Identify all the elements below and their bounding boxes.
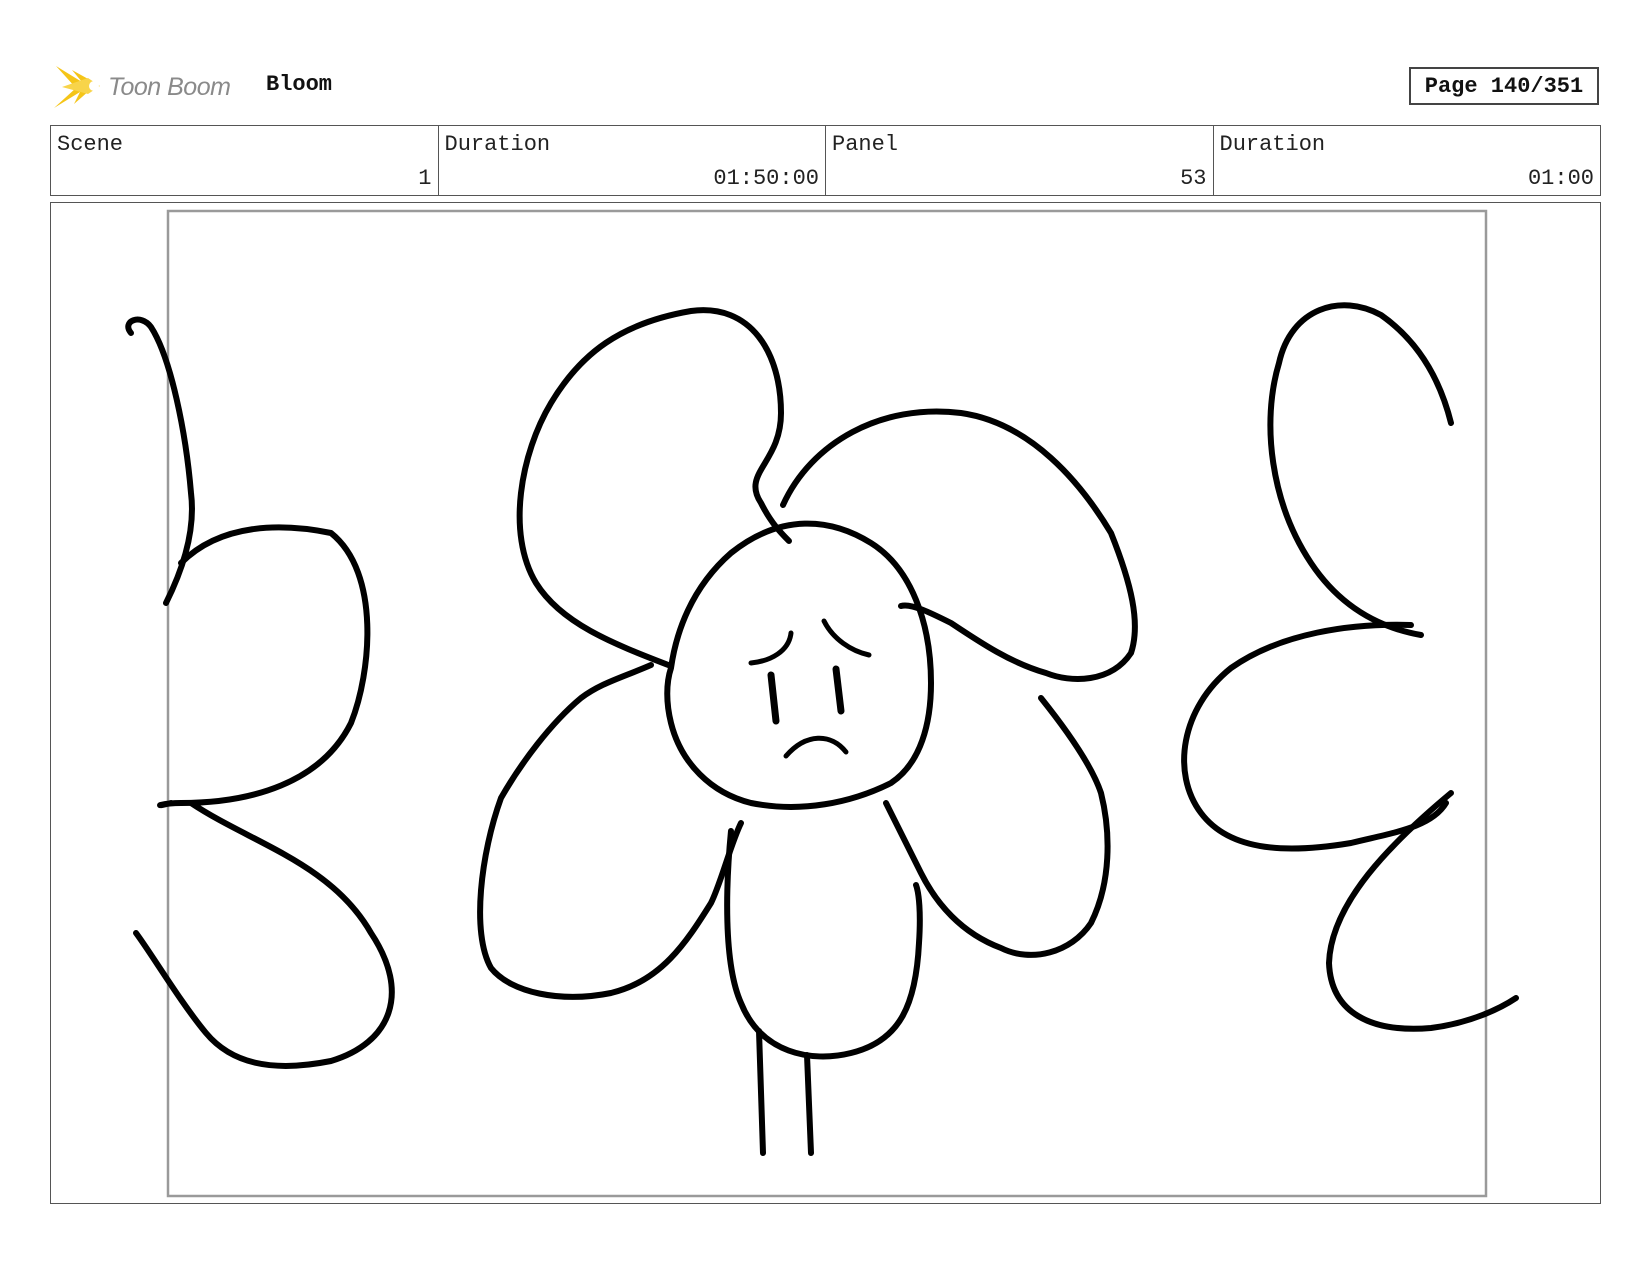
storyboard-panel [50,202,1601,1204]
right-eyebrow [821,618,872,658]
right-flower-petal-lower [1326,790,1519,1032]
panel-value: 53 [1180,166,1207,191]
scene-value: 1 [418,166,432,191]
center-petal-bottom [724,828,923,1060]
camera-frame [166,209,1488,1198]
panel-sketch [125,209,1519,1198]
panel-cell: Panel 53 [826,126,1214,195]
left-eyebrow [748,630,794,666]
flower-stem-right [804,1052,814,1156]
right-flower-petal-middle [1181,621,1449,852]
flower-stem-left [756,1028,766,1156]
brand-name: Toon Boom [108,72,231,101]
starburst-icon [54,66,100,108]
left-flower-petal-middle [157,524,371,809]
scene-duration-value: 01:50:00 [713,166,819,191]
center-flower-head [664,520,934,810]
scene-duration-label: Duration [444,132,551,157]
panel-duration-value: 01:00 [1527,166,1594,191]
page-indicator: Page 140/351 [1409,67,1599,105]
right-flower-petal-upper [1267,302,1454,638]
panel-duration-cell: Duration 01:00 [1214,126,1601,195]
panel-label: Panel [832,132,899,157]
left-flower-petal-lower [133,800,395,1069]
panel-duration-label: Duration [1219,132,1326,157]
scene-label: Scene [57,132,124,157]
center-petal-top-left [516,307,792,669]
project-title: Bloom [266,72,333,97]
scene-cell: Scene 1 [51,126,439,195]
center-petal-left [477,662,744,1000]
right-eye [832,665,845,715]
left-eye [767,671,780,725]
toon-boom-logo: Toon Boom [52,60,231,114]
sad-mouth [783,735,849,759]
scene-duration-cell: Duration 01:50:00 [439,126,826,195]
scene-info-table: Scene 1 Duration 01:50:00 Panel 53 Durat… [50,125,1601,196]
